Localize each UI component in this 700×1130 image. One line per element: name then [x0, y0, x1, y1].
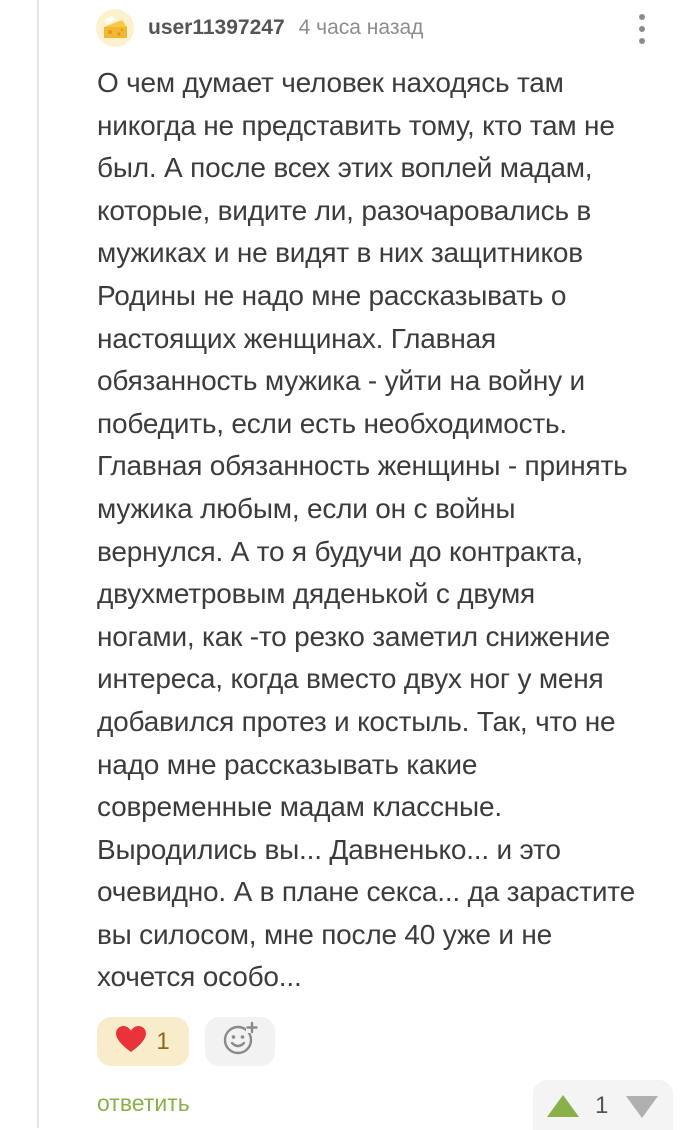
comment-line: мужиках и не видят в них защитников	[97, 237, 583, 269]
cheese-avatar-icon[interactable]	[96, 9, 134, 47]
comment-line: добавился протез и костыль. Так, что не	[97, 705, 616, 737]
add-reaction-button[interactable]	[205, 1017, 275, 1066]
comment-line: победить, если есть необходимость.	[97, 407, 568, 439]
comment-body: О чем думает человек находясь там никогд…	[97, 62, 682, 999]
add-emoji-icon	[222, 1021, 258, 1062]
comment-line: вы силосом, мне после 40 уже и не	[97, 918, 553, 950]
comment-line: мужика любым, если он с войны	[97, 492, 516, 524]
comment-line: которые, видите ли, разочаровались в	[97, 194, 592, 226]
comment-line: хочется особо...	[97, 961, 302, 993]
comment-line: очевидно. А в плане секса... да зарастит…	[97, 876, 635, 908]
comment-line: Выродились вы... Давненько... и это	[97, 833, 561, 865]
comment-line: ногами, как -то резко заметил снижение	[97, 620, 610, 652]
triangle-up-icon[interactable]	[547, 1095, 579, 1122]
comment-line: интереса, когда вместо двух ног у меня	[97, 663, 604, 695]
triangle-down-icon[interactable]	[626, 1096, 658, 1123]
comment-line: обязанность мужика - уйти на войну и	[97, 365, 585, 397]
comment-line: настоящих женщинах. Главная	[97, 322, 496, 354]
comment-line: современные мадам классные.	[97, 791, 502, 823]
comment-line: О чем думает человек находясь там	[97, 67, 564, 98]
comment-timestamp[interactable]: 4 часа назад	[299, 16, 424, 40]
comment-line: был. А после всех этих воплей мадам,	[97, 152, 593, 184]
comment-line: Родины не надо мне рассказывать о	[97, 279, 567, 311]
heart-reaction-button[interactable]: 1	[97, 1017, 189, 1066]
comment-line: Главная обязанность женщины - принять	[97, 450, 628, 482]
thread-line	[37, 0, 39, 1128]
reply-link[interactable]: ответить	[97, 1090, 190, 1117]
more-vertical-icon[interactable]	[634, 14, 650, 44]
comment-header: user11397247 4 часа назад	[96, 8, 676, 48]
heart-count: 1	[156, 1027, 170, 1055]
comment-rating: 1	[533, 1080, 673, 1130]
comment-line: вернулся. А то я будучи до контракта,	[97, 535, 583, 567]
rating-value: 1	[595, 1092, 609, 1119]
comment-line: надо мне рассказывать какие	[97, 748, 478, 780]
comment-author[interactable]: user11397247	[148, 16, 285, 40]
heart-icon	[116, 1025, 147, 1058]
comment-line: никогда не представить тому, кто там не	[97, 109, 615, 141]
comment-line: двухметровым дяденькой с двумя	[97, 578, 535, 610]
